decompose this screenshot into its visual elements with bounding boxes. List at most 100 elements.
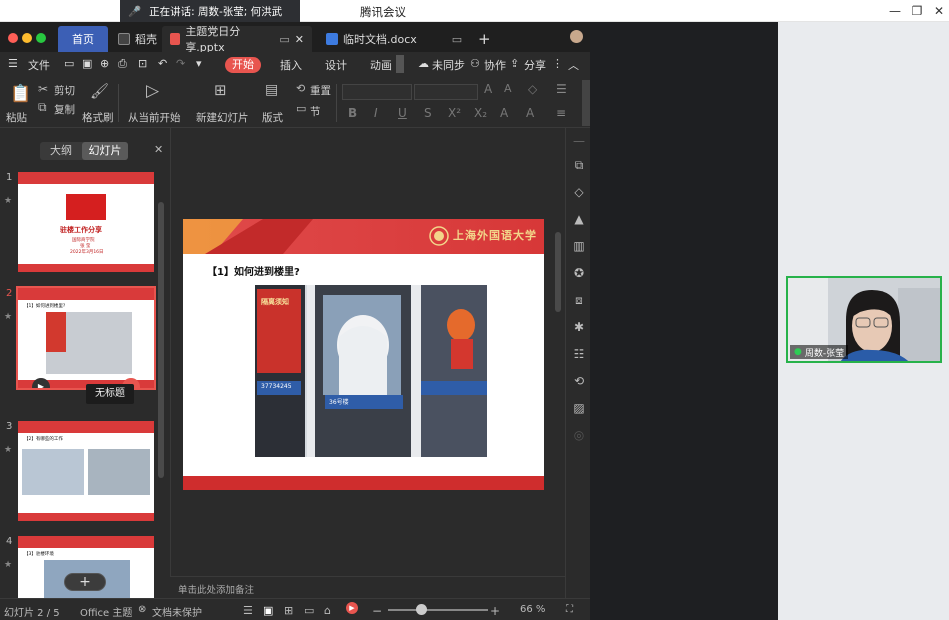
sync-icon[interactable]: ☁ — [418, 57, 429, 70]
preview-icon[interactable]: ⊡ — [138, 57, 147, 70]
image-icon[interactable]: ▨ — [572, 401, 586, 415]
slide-thumbnail[interactable]: 驻楼工作分享 国际商学院 张 莹 2022年3月16日 — [18, 172, 154, 272]
menu-unsynced[interactable]: 未同步 — [432, 57, 465, 73]
hamburger-icon[interactable]: ☰ — [8, 57, 18, 70]
ribbon-scroll[interactable] — [582, 80, 590, 126]
clear-format-icon[interactable]: ◇ — [528, 82, 537, 96]
slide-thumbnail[interactable]: 【2】有哪些的工作 — [18, 421, 154, 521]
tab-pptx[interactable]: 主题党日分享.pptx ▭ ✕ — [162, 25, 312, 54]
collab-icon[interactable]: ⚇ — [470, 57, 480, 70]
paste-icon[interactable]: 📋 — [10, 84, 31, 104]
undo-icon[interactable]: ↶ — [158, 57, 167, 70]
layout-button[interactable]: 版式 — [262, 110, 283, 125]
transform-icon[interactable]: ◇ — [572, 185, 586, 199]
add-slide-button[interactable]: + — [64, 573, 106, 591]
animation-icon[interactable]: ✪ — [572, 266, 586, 280]
zoom-out-icon[interactable]: − — [372, 604, 382, 618]
superscript-icon[interactable]: X² — [448, 106, 461, 120]
close-panel-icon[interactable]: ✕ — [154, 143, 163, 156]
menu-share[interactable]: 分享 — [524, 57, 546, 73]
tab-docer[interactable]: 稻壳 — [110, 26, 165, 52]
slide-photo[interactable]: 隔离须知 37734245 36号楼 — [255, 285, 487, 457]
layout-icon[interactable]: ▤ — [265, 82, 278, 98]
collapse-ribbon-icon[interactable]: ︿ — [568, 57, 579, 73]
comment-icon[interactable]: ▭ — [279, 33, 289, 46]
fill-icon[interactable]: ▲ — [572, 212, 586, 226]
brush-icon[interactable]: 🖌 — [90, 82, 109, 100]
outline-tab[interactable]: 大纲 — [40, 142, 82, 160]
maximize-window-button[interactable] — [36, 33, 46, 43]
font-grow-icon[interactable]: A — [484, 82, 492, 96]
scissors-icon[interactable]: ✂ — [38, 82, 48, 96]
play-icon[interactable]: ▷ — [146, 81, 159, 101]
slideshow-play-button[interactable]: ▶ — [346, 602, 358, 614]
minimize-icon[interactable]: — — [884, 3, 906, 19]
new-slide-icon[interactable]: ⊞ — [214, 81, 227, 99]
save-icon[interactable]: ▣ — [82, 57, 92, 70]
notes-toggle-icon[interactable]: ☰ — [243, 604, 253, 617]
shapes-icon[interactable]: ⧉ — [572, 158, 586, 172]
comment-icon[interactable]: ▭ — [452, 33, 462, 46]
reading-view-icon[interactable]: ▭ — [304, 604, 314, 617]
section-icon[interactable]: ▭ — [296, 102, 306, 115]
customize-icon[interactable]: ▾ — [196, 57, 202, 70]
font-name-select[interactable] — [342, 84, 412, 100]
bold-icon[interactable]: B — [348, 106, 357, 120]
format-painter-button[interactable]: 格式刷 — [82, 110, 114, 125]
open-folder-icon[interactable]: ▭ — [64, 57, 74, 70]
menu-collab[interactable]: 协作 — [484, 57, 506, 73]
redo-icon[interactable]: ↷ — [176, 57, 185, 70]
minimize-window-button[interactable] — [22, 33, 32, 43]
reset-button[interactable]: 重置 — [310, 83, 331, 98]
align-icon[interactable]: ≡ — [556, 106, 566, 120]
menu-insert[interactable]: 插入 — [280, 57, 302, 73]
normal-view-icon[interactable]: ▣ — [263, 604, 273, 617]
user-avatar[interactable] — [570, 30, 583, 43]
fit-window-icon[interactable]: ⛶ — [566, 604, 573, 615]
menu-scroll-right[interactable] — [396, 55, 404, 73]
tab-home[interactable]: 首页 — [58, 26, 108, 52]
font-size-select[interactable] — [414, 84, 478, 100]
menu-file[interactable]: 文件 — [28, 57, 50, 73]
extra-icon[interactable]: ◎ — [572, 428, 586, 442]
new-tab-button[interactable]: + — [470, 26, 499, 52]
more-icon[interactable]: ⋮ — [552, 57, 563, 70]
subscript-icon[interactable]: X₂ — [474, 106, 487, 120]
cut-button[interactable]: 剪切 — [54, 83, 75, 98]
slides-scrollbar[interactable] — [158, 202, 164, 478]
effects-icon[interactable]: ✱ — [572, 320, 586, 334]
strikethrough-icon[interactable]: S — [424, 106, 432, 120]
zoom-level[interactable]: 66 % — [520, 604, 545, 615]
notes-bar[interactable]: 单击此处添加备注 — [170, 576, 565, 598]
close-window-button[interactable] — [8, 33, 18, 43]
font-shrink-icon[interactable]: A — [504, 82, 512, 95]
text-highlight-icon[interactable]: A — [500, 106, 508, 120]
section-button[interactable]: 节 — [310, 104, 321, 119]
share-icon[interactable]: ⇪ — [510, 57, 519, 70]
current-slide[interactable]: 上海外国语大学 【1】如何进到楼里? 隔离须知 37734245 36号楼 — [183, 219, 544, 490]
print-icon[interactable]: ⎙ — [118, 57, 127, 71]
expand-icon[interactable]: — — [572, 134, 586, 148]
menu-design[interactable]: 设计 — [325, 57, 347, 73]
copy-button[interactable]: 复制 — [54, 102, 75, 117]
theme-name[interactable]: Office 主题 — [80, 604, 132, 619]
document-protection[interactable]: 文档未保护 — [152, 604, 202, 619]
presenter-icon[interactable]: ⌂ — [324, 604, 331, 617]
slides-tab[interactable]: 幻灯片 — [82, 142, 128, 160]
participant-video-tile[interactable]: ● 周数-张莹 — [786, 276, 942, 363]
zoom-in-icon[interactable]: + — [490, 604, 500, 618]
sorter-view-icon[interactable]: ⊞ — [284, 604, 293, 617]
zoom-slider[interactable] — [388, 609, 488, 611]
menu-animation[interactable]: 动画 — [370, 57, 392, 73]
tab-close-icon[interactable]: ✕ — [295, 33, 304, 46]
play-from-current-button[interactable]: 从当前开始 — [128, 110, 181, 125]
slide-title[interactable]: 【1】如何进到楼里? — [207, 263, 300, 278]
restore-icon[interactable]: ❐ — [906, 3, 928, 19]
close-icon[interactable]: ✕ — [928, 3, 949, 19]
copy-icon[interactable]: ⧉ — [38, 100, 47, 115]
reset-icon[interactable]: ⟲ — [296, 82, 305, 95]
settings-sliders-icon[interactable]: ☷ — [572, 347, 586, 361]
layers-icon[interactable]: ⧈ — [572, 293, 586, 307]
history-icon[interactable]: ⟲ — [572, 374, 586, 388]
editor-scrollbar[interactable] — [555, 232, 561, 312]
